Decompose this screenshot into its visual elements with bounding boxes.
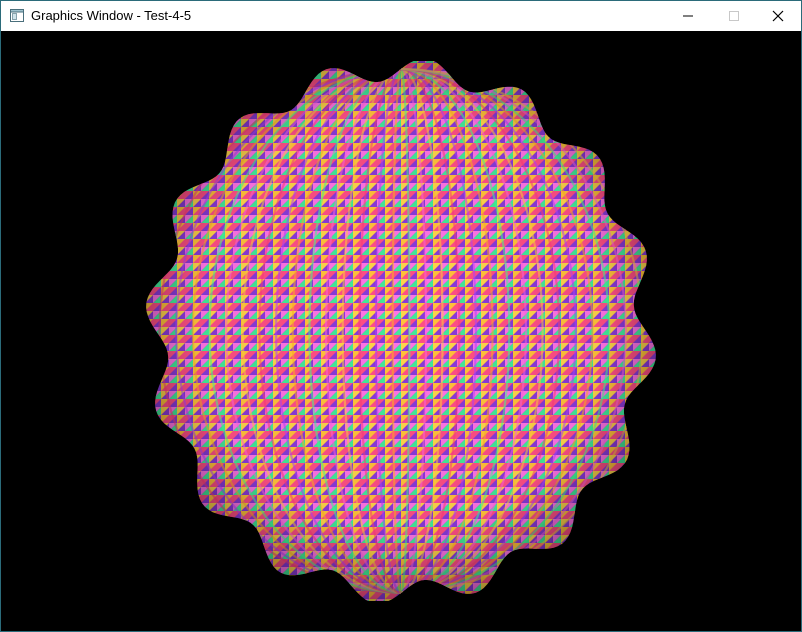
render-viewport[interactable] [1, 31, 801, 631]
maximize-icon [729, 11, 739, 21]
maximize-button[interactable] [711, 1, 757, 31]
window-title: Graphics Window - Test-4-5 [31, 8, 192, 23]
graphics-window: Graphics Window - Test-4-5 [0, 0, 802, 632]
title-bar[interactable]: Graphics Window - Test-4-5 [1, 1, 801, 31]
minimize-icon [683, 15, 693, 17]
application-window-icon [10, 9, 24, 22]
rendered-scene [1, 31, 801, 631]
close-icon [772, 10, 784, 22]
close-button[interactable] [755, 1, 801, 31]
minimize-button[interactable] [665, 1, 711, 31]
